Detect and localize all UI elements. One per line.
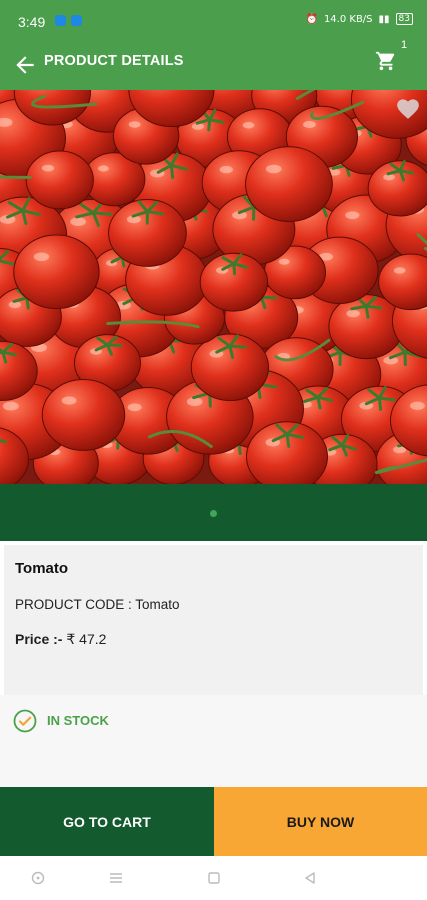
- tomato-highlight: [265, 164, 282, 174]
- tomato-highlight: [97, 165, 109, 172]
- page-title: PRODUCT DETAILS: [44, 53, 184, 69]
- tomato-photo: [0, 90, 427, 484]
- product-code-label: PRODUCT CODE :: [15, 597, 136, 612]
- tomato-highlight: [242, 122, 255, 129]
- status-indicators: ⏰ 14.0 KB/S ▮▮ 83: [305, 13, 413, 25]
- tomato-shape: [245, 421, 329, 484]
- tomato-shape: [25, 150, 94, 210]
- tomato-highlight: [346, 309, 360, 318]
- heart-icon[interactable]: [395, 96, 421, 120]
- tomato-highlight: [393, 267, 406, 274]
- tomato-highlight: [41, 164, 55, 172]
- check-circle-icon: [13, 709, 37, 733]
- cloud-notification-icon: [71, 15, 82, 26]
- system-nav-bar: [0, 856, 427, 900]
- image-pager: [0, 484, 427, 541]
- product-image[interactable]: [0, 90, 427, 484]
- tomato-highlight: [127, 403, 142, 412]
- tomato-shape: [245, 146, 333, 222]
- battery-icon: 83: [395, 13, 413, 25]
- tomato-shape: [13, 234, 100, 309]
- tomato-highlight: [345, 211, 360, 220]
- square-icon[interactable]: [206, 870, 222, 886]
- price-row: Price :- ₹ 47.2: [15, 631, 106, 648]
- product-details-card: Tomato PRODUCT CODE : Tomato Price :- ₹ …: [4, 545, 423, 695]
- stock-area: IN STOCK: [0, 695, 427, 787]
- price-label: Price :-: [15, 631, 63, 647]
- tomato-highlight: [33, 252, 50, 262]
- back-arrow-icon[interactable]: [12, 52, 38, 78]
- cart-icon[interactable]: [375, 50, 397, 72]
- tomato-highlight: [409, 401, 425, 410]
- product-code-value: Tomato: [135, 597, 180, 612]
- tomato-shape: [41, 378, 126, 451]
- status-bar: 3:49 ⏰ 14.0 KB/S ▮▮ 83: [0, 0, 427, 42]
- status-time: 3:49: [18, 14, 46, 30]
- alarm-icon: ⏰: [305, 13, 318, 25]
- menu-icon[interactable]: [108, 870, 124, 886]
- cart-count-badge: 1: [401, 39, 408, 51]
- tomato-highlight: [128, 121, 141, 128]
- tomato-highlight: [2, 401, 19, 411]
- pager-dot-active[interactable]: [210, 510, 217, 517]
- go-to-cart-button[interactable]: GO TO CART: [0, 787, 214, 856]
- app-bar: PRODUCT DETAILS 1: [0, 39, 427, 90]
- tomato-highlight: [278, 258, 290, 265]
- home-icon[interactable]: [30, 870, 46, 886]
- stock-status: IN STOCK: [47, 713, 109, 728]
- tomato-highlight: [70, 217, 86, 227]
- buy-now-button[interactable]: BUY NOW: [214, 787, 427, 856]
- product-code-row: PRODUCT CODE : Tomato: [15, 597, 180, 612]
- tomato-highlight: [219, 165, 233, 174]
- back-triangle-icon[interactable]: [302, 870, 318, 886]
- signal-icon: ▮▮: [378, 13, 390, 25]
- app-notification-icon: [55, 15, 66, 26]
- network-speed: 14.0 KB/S: [323, 13, 373, 25]
- tomato-highlight: [61, 396, 77, 405]
- tomato-highlight: [303, 120, 316, 129]
- product-name: Tomato: [15, 560, 69, 577]
- price-value: ₹ 47.2: [66, 631, 107, 647]
